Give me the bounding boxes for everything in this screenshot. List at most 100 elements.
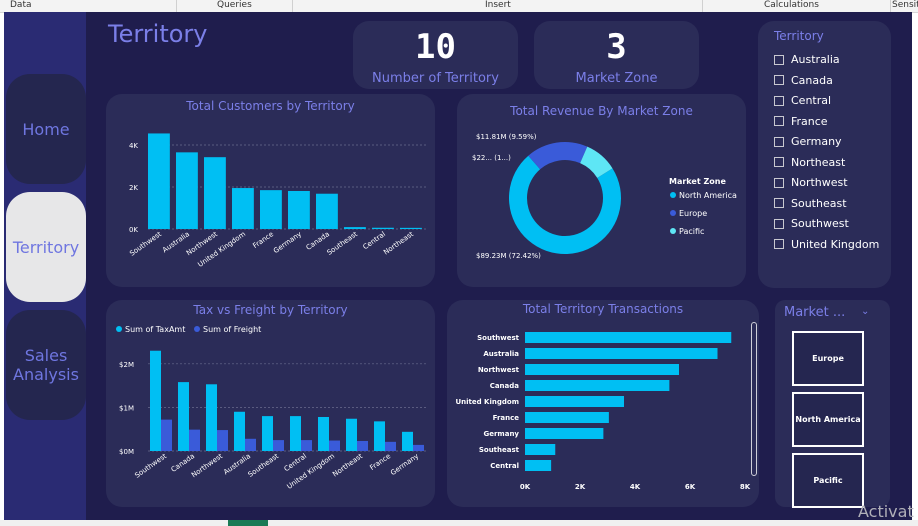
watermark-text: Activat — [858, 502, 914, 521]
territory-option-label: Central — [791, 94, 832, 107]
data-label: $89.23M (72.42%) — [476, 252, 541, 260]
territory-option[interactable]: Central — [774, 94, 831, 107]
bar — [372, 227, 394, 229]
bar — [148, 133, 170, 229]
bar — [232, 188, 254, 229]
x-tick-label: United Kingdom — [196, 230, 247, 269]
freight-bar — [357, 440, 368, 451]
market-slicer-title: Market ... — [784, 305, 846, 320]
y-tick-label: Canada — [490, 382, 520, 390]
x-tick-label: Southwest — [133, 452, 168, 480]
territory-option-label: Canada — [791, 73, 833, 87]
bar — [288, 190, 310, 229]
chevron-down-icon[interactable]: ⌄ — [861, 306, 869, 317]
tax-bar — [178, 382, 189, 451]
territory-option-label: Northeast — [791, 155, 846, 169]
x-tick-label: 6K — [685, 483, 696, 491]
checkbox[interactable] — [774, 177, 784, 188]
territory-option[interactable]: Northeast — [774, 156, 845, 169]
bar — [525, 428, 604, 439]
x-tick-label: France — [368, 452, 392, 472]
legend-label: Sum of TaxAmt — [125, 325, 185, 334]
territory-option[interactable]: Northwest — [774, 176, 848, 189]
territory-option[interactable]: Australia — [774, 53, 840, 66]
transactions-bar-chart: Southwest Australia Northwest Canada United … — [455, 332, 751, 491]
checkbox[interactable] — [774, 75, 784, 85]
bar — [400, 227, 422, 229]
ribbon-tab-queries[interactable]: Queries — [217, 0, 252, 11]
y-tick-label: 4K — [129, 142, 138, 150]
bar — [204, 157, 226, 229]
ribbon-tab-sensitivity[interactable]: Sensit — [892, 0, 918, 11]
market-tile-pacific[interactable]: Pacific — [792, 453, 864, 508]
data-label: $11.81M (9.59%) — [476, 133, 537, 141]
freight-bar — [301, 440, 312, 451]
checkbox[interactable] — [774, 116, 784, 126]
kpi-zone-value: 3 — [606, 27, 627, 67]
ribbon-tab-data[interactable]: Data — [10, 0, 32, 11]
page-title: Territory — [108, 20, 208, 48]
territory-option[interactable]: United Kingdom — [774, 238, 879, 251]
bar — [525, 460, 552, 471]
territory-option-label: Southwest — [791, 217, 849, 230]
tax-bar — [346, 418, 357, 451]
market-tile-europe[interactable]: Europe — [792, 331, 864, 386]
market-slicer: Market ... ⌄ Europe North America Pacifi… — [775, 300, 890, 508]
tax-freight-bar-chart: $0M $1M $2M Sum of TaxAmt Sum of Freight Sout… — [116, 325, 428, 491]
checkbox[interactable] — [774, 54, 784, 65]
x-tick-label: United Kingdom — [286, 452, 337, 491]
bar — [525, 364, 679, 375]
bar — [525, 380, 670, 391]
checkbox[interactable] — [774, 157, 784, 167]
checkbox[interactable] — [774, 239, 784, 249]
territory-option[interactable]: France — [774, 115, 828, 128]
legend-marker — [670, 228, 676, 234]
ribbon-tab-insert[interactable]: Insert — [485, 0, 511, 11]
territory-option[interactable]: Germany — [774, 135, 842, 148]
territory-option[interactable]: Southwest — [774, 217, 849, 230]
freight-bar — [161, 419, 172, 451]
x-tick-label: Southwest — [128, 230, 163, 258]
market-tile-north-america[interactable]: North America — [792, 392, 864, 447]
legend-label: Sum of Freight — [203, 325, 261, 334]
territory-option[interactable]: Canada — [774, 74, 833, 87]
territory-option[interactable]: Southeast — [774, 197, 847, 210]
tax-bar — [290, 416, 301, 451]
checkbox[interactable] — [774, 218, 784, 229]
y-tick-label: $0M — [119, 448, 134, 456]
freight-bar — [329, 440, 340, 451]
customers-chart-card: Total Customers by Territory 0K 2K 4K South… — [106, 94, 435, 287]
revenue-chart-card: Total Revenue By Market Zone $89.23M (72… — [457, 94, 746, 287]
territory-option-label: Southeast — [791, 196, 847, 210]
tax-bar — [150, 350, 161, 451]
legend-label: Europe — [679, 209, 707, 218]
y-tick-label: $1M — [119, 404, 134, 412]
tax-bar — [262, 416, 273, 451]
territory-option-label: Northwest — [791, 176, 848, 189]
legend-label: North America — [679, 191, 737, 200]
y-tick-label: Central — [490, 462, 519, 470]
nav-home-button[interactable]: Home — [6, 74, 86, 184]
y-tick-label: United Kingdom — [455, 398, 519, 406]
bar — [316, 193, 338, 229]
nav-sales-analysis-button[interactable]: Sales Analysis — [6, 310, 86, 420]
tax-freight-chart-card: Tax vs Freight by Territory $0M $1M $2M Sum… — [106, 300, 435, 507]
bar — [525, 444, 556, 455]
freight-bar — [385, 441, 396, 451]
kpi-territory-label: Number of Territory — [372, 71, 499, 86]
ribbon-tab-calculations[interactable]: Calculations — [764, 0, 819, 11]
territory-option-label: Germany — [791, 135, 842, 148]
nav-territory-button[interactable]: Territory — [6, 192, 86, 302]
kpi-card-territory: 10 Number of Territory — [353, 21, 518, 89]
y-tick-label: 0K — [129, 226, 138, 234]
transactions-scrollbar[interactable] — [751, 322, 757, 476]
y-tick-label: Southeast — [479, 446, 520, 454]
checkbox[interactable] — [774, 95, 784, 106]
checkbox[interactable] — [774, 136, 784, 147]
x-tick-label: 4K — [630, 483, 641, 491]
y-tick-label: $2M — [119, 361, 134, 369]
bar — [176, 152, 198, 229]
checkbox[interactable] — [774, 198, 784, 208]
x-tick-label: 2K — [575, 483, 586, 491]
tax-bar — [206, 384, 217, 451]
